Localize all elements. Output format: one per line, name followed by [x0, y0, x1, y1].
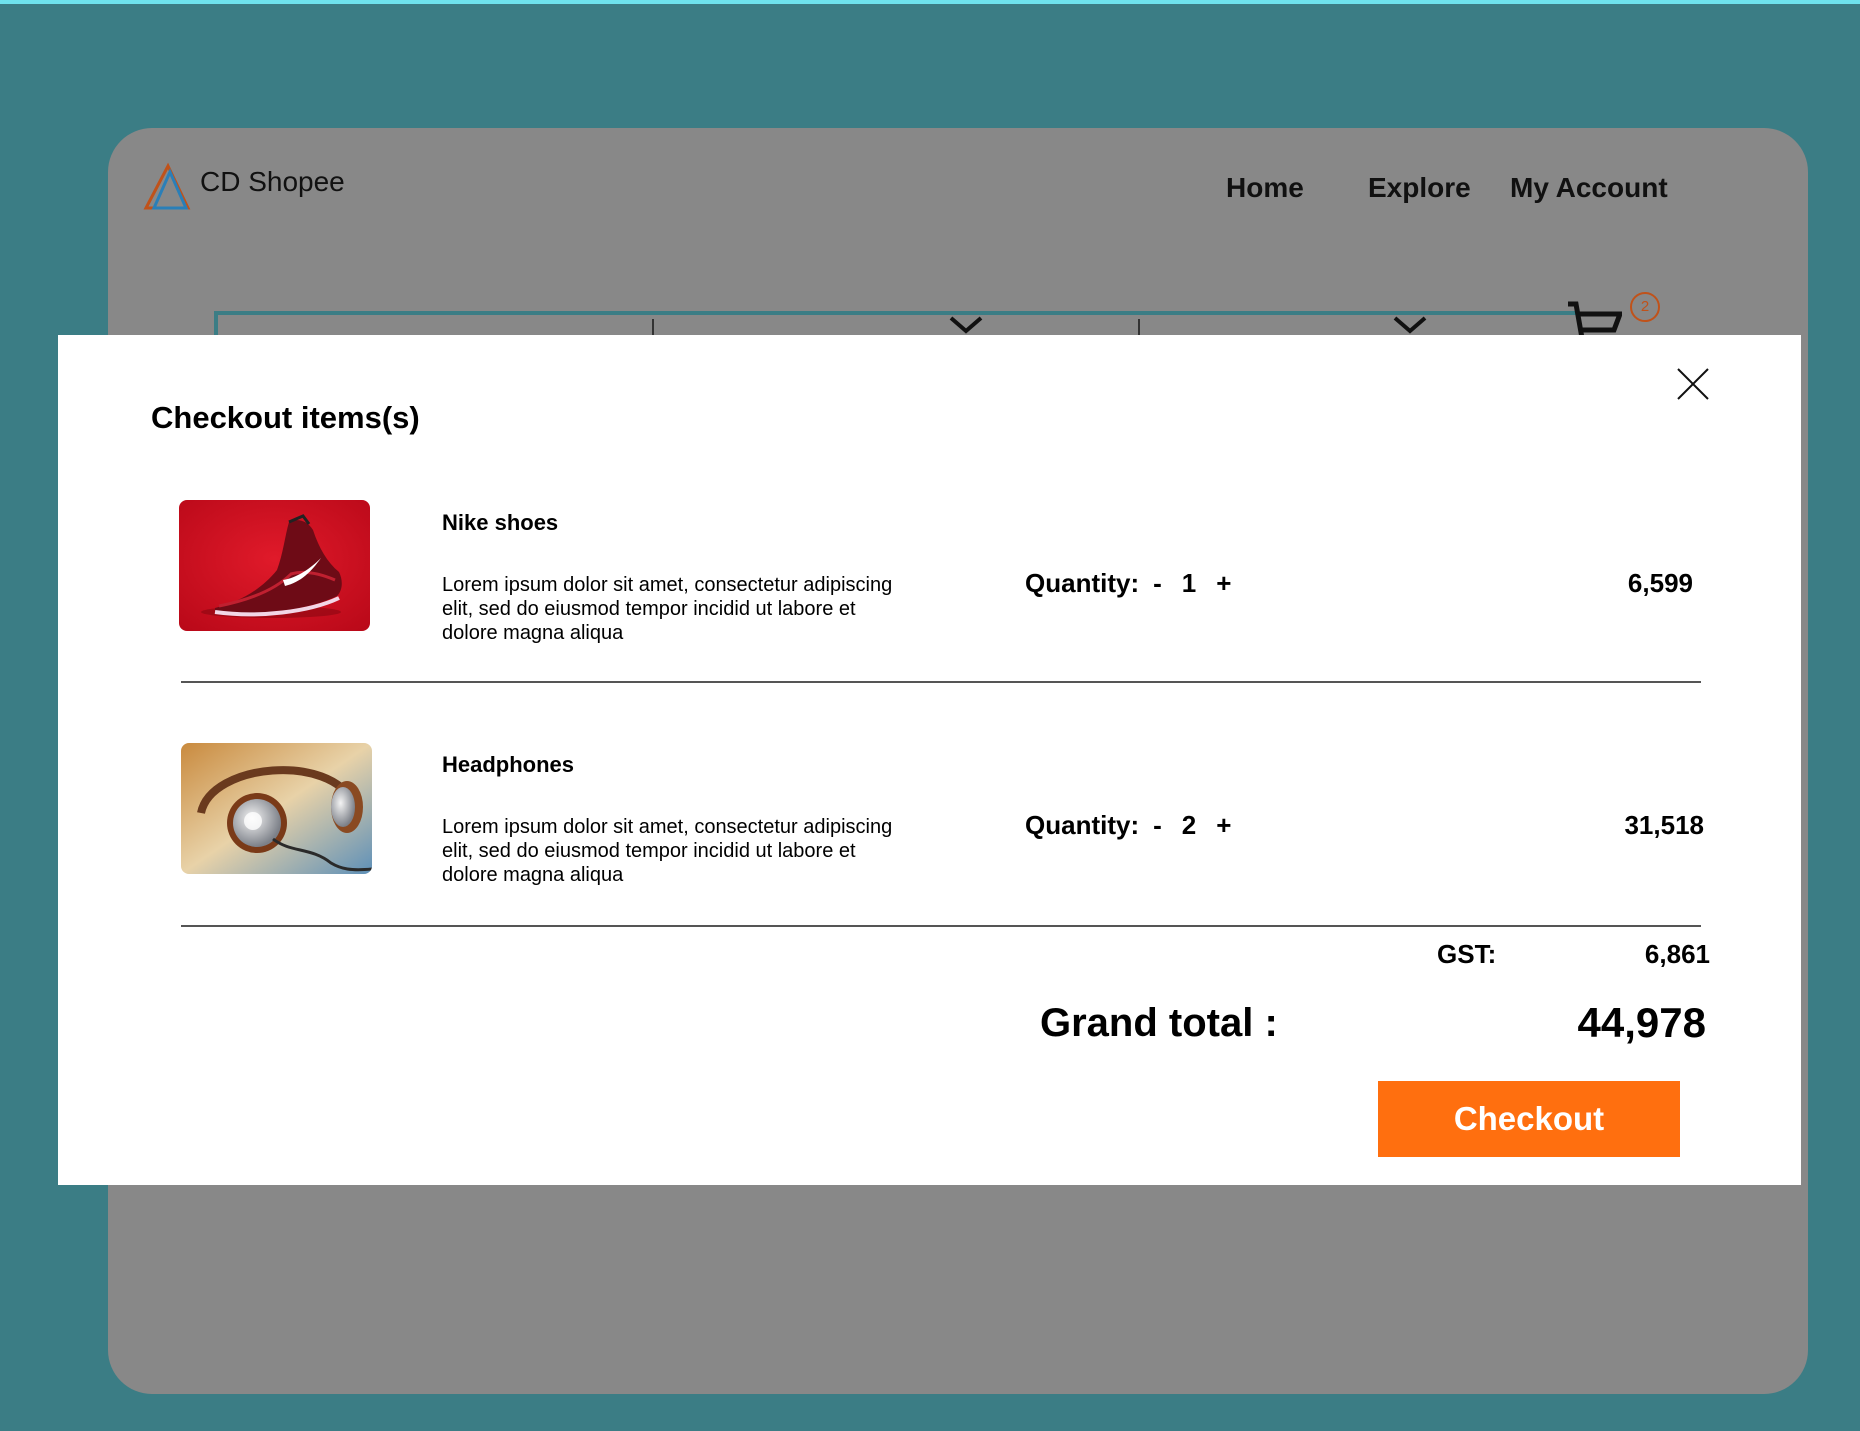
- cart-count-badge: 2: [1630, 292, 1660, 322]
- grand-total-value: 44,978: [1577, 999, 1706, 1046]
- quantity-value: 2: [1181, 810, 1197, 840]
- item-name: Headphones: [442, 752, 575, 777]
- quantity-value: 1: [1181, 568, 1197, 598]
- decrease-quantity-button[interactable]: -: [1153, 568, 1162, 599]
- checkout-button[interactable]: Checkout: [1378, 1081, 1680, 1157]
- gst-value: 6,861: [1644, 939, 1710, 969]
- modal-title: Checkout items(s): [151, 400, 420, 435]
- item-price: 6,599: [1627, 568, 1693, 598]
- quantity-stepper: Quantity: - 2 +: [1025, 810, 1231, 841]
- nav-my-account-link[interactable]: My Account: [1510, 172, 1668, 204]
- increase-quantity-button[interactable]: +: [1216, 810, 1231, 841]
- increase-quantity-button[interactable]: +: [1216, 568, 1231, 599]
- grand-total-label: Grand total :: [1040, 1001, 1278, 1045]
- nav-home-link[interactable]: Home: [1226, 172, 1304, 204]
- quantity-label: Quantity:: [1025, 568, 1140, 598]
- divider: [181, 681, 1701, 683]
- item-name: Nike shoes: [442, 510, 559, 535]
- red-shoe-image: [179, 500, 370, 631]
- nav-explore-link[interactable]: Explore: [1368, 172, 1471, 204]
- logo-icon: [143, 162, 191, 210]
- chevron-down-icon[interactable]: [1392, 315, 1428, 335]
- close-icon[interactable]: [1676, 367, 1710, 401]
- item-price: 31,518: [1624, 810, 1704, 840]
- top-strip: [0, 0, 1860, 4]
- headphones-image: [181, 743, 372, 874]
- gst-label: GST:: [1437, 939, 1497, 969]
- quantity-label: Quantity:: [1025, 810, 1140, 840]
- checkout-modal: Checkout items(s) Nike shoes Lorem ipsum…: [58, 335, 1801, 1185]
- item-description: Lorem ipsum dolor sit amet, consectetur …: [442, 816, 893, 886]
- chevron-down-icon[interactable]: [948, 315, 984, 335]
- decrease-quantity-button[interactable]: -: [1153, 810, 1162, 841]
- divider: [181, 925, 1701, 927]
- item-description: Lorem ipsum dolor sit amet, consectetur …: [442, 574, 893, 644]
- brand-name: CD Shopee: [200, 166, 345, 197]
- quantity-stepper: Quantity: - 1 +: [1025, 568, 1231, 599]
